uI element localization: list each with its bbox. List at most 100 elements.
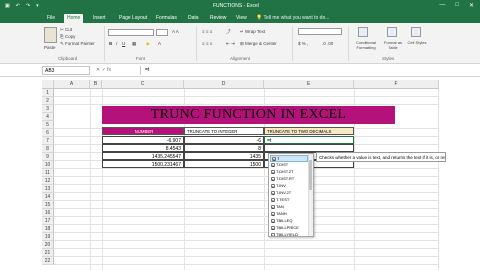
row-header-21[interactable]: 21 — [42, 249, 54, 257]
cell-e7-editing[interactable]: =t — [264, 136, 354, 144]
paste-icon[interactable] — [44, 27, 57, 43]
tell-me-search[interactable]: 💡 Tell me what you want to do... — [256, 14, 329, 23]
customize-icon[interactable]: ▾ — [36, 3, 39, 9]
cell-d10[interactable]: 1500 — [184, 160, 264, 168]
tab-home[interactable]: Home — [64, 14, 84, 23]
currency-icon[interactable]: $ % , — [298, 41, 308, 46]
number-format-select[interactable] — [298, 28, 342, 35]
underline-button[interactable]: U — [122, 41, 125, 46]
cell-c9[interactable]: 1435.245547 — [102, 152, 184, 160]
close-button[interactable]: ✕ — [469, 2, 474, 9]
column-header-d[interactable]: D — [184, 80, 264, 89]
decimal-icon[interactable]: .0 .00 — [322, 41, 333, 46]
tab-review[interactable]: Review — [207, 14, 229, 23]
autocomplete-item[interactable]: fx T.DIST.2T — [270, 169, 308, 176]
tab-view[interactable]: View — [233, 14, 250, 23]
tab-formulas[interactable]: Formulas — [153, 14, 180, 23]
autocomplete-item[interactable]: fx T.INV.2T — [270, 190, 308, 197]
italic-button[interactable]: I — [116, 41, 117, 46]
cell-d7[interactable]: -6 — [184, 136, 264, 144]
autocomplete-item[interactable]: fx T.DIST — [270, 162, 308, 169]
row-header-12[interactable]: 12 — [42, 177, 54, 185]
orientation-icon[interactable]: ⤴ — [226, 29, 231, 35]
format-painter-button[interactable]: ✎ Format Painter — [60, 41, 95, 47]
scrollbar-thumb[interactable] — [309, 160, 312, 190]
row-header-17[interactable]: 17 — [42, 217, 54, 225]
formula-input[interactable]: =t — [140, 66, 480, 75]
row-header-8[interactable]: 8 — [42, 145, 54, 153]
autocomplete-item[interactable]: fx TAN — [270, 204, 308, 211]
fill-color-icon[interactable]: ◆ — [146, 41, 149, 47]
header-truncate-decimals-cell[interactable]: TRUNCATE TO TWO DECIMALS — [264, 127, 354, 135]
row-header-1[interactable]: 1 — [42, 89, 54, 97]
row-header-15[interactable]: 15 — [42, 201, 54, 209]
column-header-e[interactable]: E — [264, 80, 354, 89]
format-as-table-button[interactable]: Format as Table — [382, 40, 404, 50]
cell-c7[interactable]: -6.907 — [102, 136, 184, 144]
minimize-button[interactable]: — — [439, 2, 445, 9]
font-size-select[interactable] — [156, 29, 168, 36]
row-header-7[interactable]: 7 — [42, 137, 54, 145]
indent-icon[interactable]: ⇤ ⇥ — [226, 41, 235, 47]
autocomplete-item[interactable]: fx T.TEST — [270, 197, 308, 204]
autocomplete-item[interactable]: fx T.DIST.RT — [270, 176, 308, 183]
align-top-icon[interactable]: ≡ ≡ ≡ — [202, 29, 212, 34]
autocomplete-scrollbar[interactable] — [308, 154, 313, 236]
undo-icon[interactable]: ↶ — [16, 3, 20, 9]
row-header-22[interactable]: 22 — [42, 257, 54, 265]
tab-insert[interactable]: Insert — [90, 14, 109, 23]
row-header-2[interactable]: 2 — [42, 97, 54, 105]
conditional-formatting-icon[interactable] — [358, 27, 368, 37]
autocomplete-item[interactable]: fx TBILLYIELD — [270, 232, 308, 236]
cell-styles-button[interactable]: Cell Styles — [406, 40, 428, 45]
paste-label[interactable]: Paste — [44, 45, 56, 50]
column-header-f[interactable]: F — [354, 80, 439, 89]
save-icon[interactable]: ▣ — [5, 3, 10, 9]
align-left-icon[interactable]: ≡ ≡ ≡ — [202, 41, 212, 46]
row-header-6[interactable]: 6 — [42, 129, 54, 137]
tab-file[interactable]: File — [44, 14, 58, 23]
column-header-b[interactable]: B — [90, 80, 102, 89]
cell-d9[interactable]: 1435 — [184, 152, 264, 160]
tab-page-layout[interactable]: Page Layout — [116, 14, 150, 23]
formula-icons[interactable]: ✕ ✓ fx — [96, 66, 111, 75]
row-header-9[interactable]: 9 — [42, 153, 54, 161]
autocomplete-item[interactable]: fx TBILLPRICE — [270, 225, 308, 232]
redo-icon[interactable]: ↷ — [26, 3, 30, 9]
conditional-formatting-button[interactable]: Conditional Formatting — [351, 40, 381, 50]
grow-font-icon[interactable]: A A — [172, 29, 179, 34]
row-header-5[interactable]: 5 — [42, 121, 54, 129]
format-as-table-icon[interactable] — [387, 27, 397, 37]
font-name-select[interactable] — [108, 29, 154, 36]
cut-button[interactable]: ✂ Cut — [60, 27, 72, 33]
autocomplete-item[interactable]: fx TBILLEQ — [270, 218, 308, 225]
row-header-11[interactable]: 11 — [42, 169, 54, 177]
select-all-corner[interactable] — [42, 80, 54, 89]
header-number-cell[interactable]: NUMBER — [102, 127, 184, 135]
name-box[interactable]: AB3 — [42, 66, 90, 75]
maximize-button[interactable]: □ — [455, 2, 459, 9]
wrap-text-button[interactable]: ↵ Wrap Text — [240, 29, 265, 35]
row-header-14[interactable]: 14 — [42, 193, 54, 201]
row-header-3[interactable]: 3 — [42, 105, 54, 113]
copy-button[interactable]: ⎘ Copy — [60, 34, 75, 39]
function-autocomplete-list[interactable]: fx T fx T.DIST fx T.DIST.2T fx T.DIST.RT fx T… — [268, 153, 314, 237]
bold-button[interactable]: B — [109, 41, 112, 46]
row-header-10[interactable]: 10 — [42, 161, 54, 169]
row-header-18[interactable]: 18 — [42, 225, 54, 233]
cell-styles-icon[interactable] — [411, 27, 421, 37]
cell-d8[interactable]: 8 — [184, 144, 264, 152]
borders-icon[interactable]: ▦ — [132, 41, 136, 47]
autocomplete-item[interactable]: fx T.INV — [270, 183, 308, 190]
autocomplete-item[interactable]: fx T — [270, 155, 308, 162]
row-header-16[interactable]: 16 — [42, 209, 54, 217]
cell-c10[interactable]: 1500.231467 — [102, 160, 184, 168]
cell-c8[interactable]: 8.4543 — [102, 144, 184, 152]
row-header-4[interactable]: 4 — [42, 113, 54, 121]
spreadsheet-grid[interactable]: A B C D E F 1 2 3 4 5 6 7 8 9 10 11 12 1… — [42, 80, 439, 270]
column-header-a[interactable]: A — [54, 80, 90, 89]
autocomplete-item[interactable]: fx TANH — [270, 211, 308, 218]
tab-data[interactable]: Data — [185, 14, 202, 23]
merge-center-button[interactable]: ⊞ Merge & Center — [240, 41, 277, 47]
row-header-20[interactable]: 20 — [42, 241, 54, 249]
